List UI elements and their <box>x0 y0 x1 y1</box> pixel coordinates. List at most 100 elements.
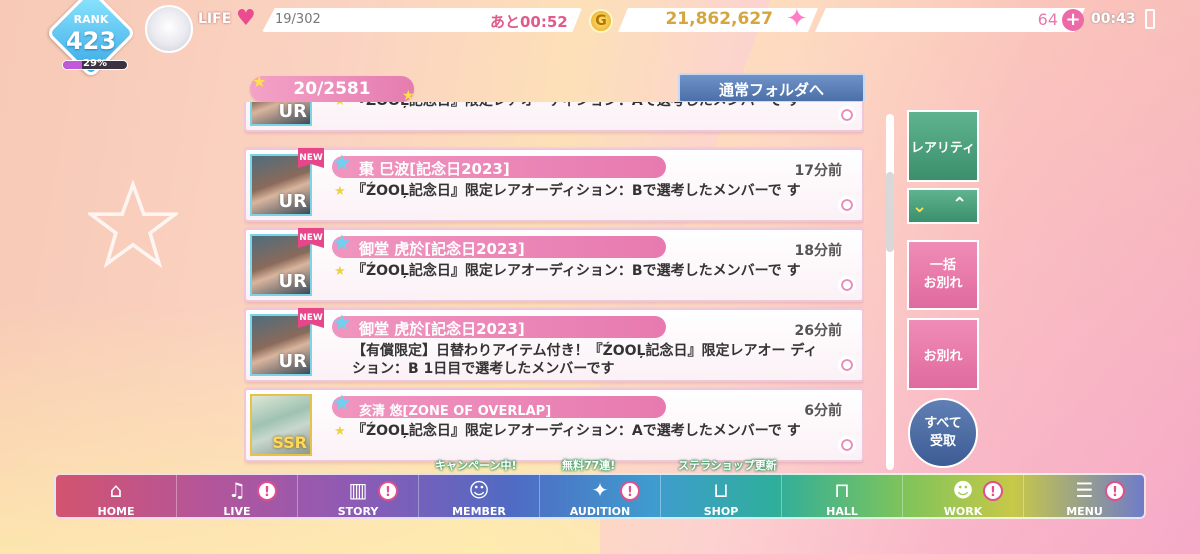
gold-amount: 21,862,627 <box>665 9 773 29</box>
present-count: 20/2581 <box>250 76 414 102</box>
list-item[interactable]: UR NEW ★ 棗 巳波[記念日2023] 17分前 ★ 『ŹOOĻ記念日』限… <box>244 148 864 222</box>
bulk-release-button[interactable]: 一括 お別れ <box>907 240 979 310</box>
shop-update-banner: ステラショップ更新 <box>678 459 777 472</box>
item-description: 『ŹOOĻ記念日』限定レアオーディション：Aで選考したメンバーで す <box>352 102 822 110</box>
alert-badge-icon: ! <box>257 481 277 501</box>
present-list[interactable]: UR ★ 『ŹOOĻ記念日』限定レアオーディション：Aで選考したメンバーで す … <box>244 102 864 470</box>
nav-label: MEMBER <box>452 505 506 518</box>
chevron-down-icon: ⌄ <box>912 196 928 217</box>
nav-label: STORY <box>337 505 379 518</box>
gem-amount: 64 <box>1037 10 1058 29</box>
star-icon: ★ <box>334 424 346 439</box>
alert-badge-icon: ! <box>1105 481 1125 501</box>
star-icon: ★ <box>332 231 352 256</box>
nav-home[interactable]: ⌂ HOME <box>56 475 177 518</box>
heart-icon: ♥ <box>236 6 256 31</box>
list-item[interactable]: SSR ★ 亥清 悠[ZONE OF OVERLAP] 6分前 ★ 『ŹOOĻ記… <box>244 388 864 462</box>
scroll-thumb[interactable] <box>886 172 894 252</box>
normal-folder-button[interactable]: 通常フォルダへ <box>678 73 865 103</box>
member-icon: ☺ <box>468 478 490 502</box>
card-thumbnail: UR <box>250 102 312 126</box>
release-button[interactable]: お別れ <box>907 318 979 390</box>
receive-mark-icon <box>838 196 856 214</box>
list-item[interactable]: UR ★ 『ŹOOĻ記念日』限定レアオーディション：Aで選考したメンバーで す <box>244 102 864 132</box>
chevron-up-icon: ⌃ <box>952 194 968 215</box>
rarity-label: SSR <box>272 433 307 452</box>
hall-icon: ⊓ <box>834 478 850 502</box>
battery-icon <box>1145 9 1155 29</box>
nav-live[interactable]: ♫ LIVE! <box>177 475 298 518</box>
item-name: 亥清 悠[ZONE OF OVERLAP] <box>359 404 552 419</box>
nav-label: HALL <box>826 505 858 518</box>
member-campaign-banner: キャンペーン中! <box>435 459 517 472</box>
star-icon: ★ <box>332 391 352 416</box>
item-description: 『ŹOOĻ記念日』限定レアオーディション：Aで選考したメンバーで す <box>352 423 801 439</box>
home-icon: ⌂ <box>109 478 123 502</box>
rarity-label: UR <box>278 351 307 372</box>
star-icon: ★ <box>252 72 267 91</box>
item-time: 17分前 <box>794 163 842 179</box>
nav-label: AUDITION <box>569 505 631 518</box>
bottom-nav: ⌂ HOME ♫ LIVE! ▥ STORY! ☺ MEMBER ✦ AUDITION! ⊔ SHOP… <box>54 473 1146 519</box>
item-description: 『ŹOOĻ記念日』限定レアオーディション：Bで選考したメンバーで す <box>352 183 801 199</box>
item-time: 6分前 <box>804 403 842 419</box>
nav-menu[interactable]: ☰ MENU! <box>1024 475 1144 518</box>
item-description: 【有償限定】日替わりアイテム付き！『ŹOOĻ記念日』限定レアオー ディション：B… <box>352 343 818 377</box>
star-outline-decoration <box>88 180 178 269</box>
cart-icon: ⊔ <box>713 478 729 502</box>
rarity-label: UR <box>278 102 307 122</box>
sparkle-gem-icon: ✦ <box>786 4 808 34</box>
alert-badge-icon: ! <box>620 481 640 501</box>
receive-mark-icon <box>838 356 856 374</box>
life-label: LIFE <box>198 11 232 27</box>
life-timer: あと00:52 <box>490 13 568 31</box>
menu-icon: ☰ <box>1075 478 1094 502</box>
nav-hall[interactable]: ⊓ HALL <box>782 475 903 518</box>
avatar[interactable] <box>145 5 193 53</box>
receive-mark-icon <box>838 436 856 454</box>
alert-badge-icon: ! <box>983 481 1003 501</box>
star-icon: ★ <box>334 184 346 199</box>
item-name: 御堂 虎於[記念日2023] <box>359 320 525 338</box>
work-icon: ☻ <box>952 478 974 502</box>
nav-audition[interactable]: ✦ AUDITION! <box>540 475 661 518</box>
card-thumbnail: SSR <box>250 394 312 456</box>
nav-label: SHOP <box>703 505 739 518</box>
nav-label: HOME <box>97 505 135 518</box>
add-gem-button[interactable]: + <box>1062 9 1084 31</box>
audition-icon: ✦ <box>591 478 609 502</box>
book-icon: ▥ <box>348 478 368 502</box>
receive-all-button[interactable]: すべて 受取 <box>908 398 978 468</box>
nav-story[interactable]: ▥ STORY! <box>298 475 419 518</box>
rarity-filter-button[interactable]: レアリティ <box>907 110 979 182</box>
item-name: 棗 巳波[記念日2023] <box>359 160 510 178</box>
receive-mark-icon <box>838 106 856 124</box>
nav-label: MENU <box>1066 505 1103 518</box>
star-icon: ★ <box>334 102 346 109</box>
list-item[interactable]: UR NEW ★ 御堂 虎於[記念日2023] 18分前 ★ 『ŹOOĻ記念日』… <box>244 228 864 302</box>
star-icon: ★ <box>332 151 352 176</box>
music-note-icon: ♫ <box>228 478 246 502</box>
item-description: 『ŹOOĻ記念日』限定レアオーディション：Bで選考したメンバーで す <box>352 263 801 279</box>
star-icon: ★ <box>334 264 346 279</box>
audition-free-banner: 無料77連! <box>562 459 616 472</box>
nav-work[interactable]: ☻ WORK! <box>903 475 1024 518</box>
nav-label: WORK <box>943 505 983 518</box>
nav-member[interactable]: ☺ MEMBER <box>419 475 540 518</box>
nav-shop[interactable]: ⊔ SHOP <box>661 475 782 518</box>
life-count: 19/302 <box>275 12 321 27</box>
list-item[interactable]: UR NEW ★ 御堂 虎於[記念日2023] 26分前 【有償限定】日替わりア… <box>244 308 864 382</box>
receive-mark-icon <box>838 276 856 294</box>
rank-value: 423 <box>65 27 117 55</box>
clock: 00:43 <box>1091 11 1136 27</box>
exp-percent: 29% <box>83 58 107 69</box>
rank-label: RANK <box>73 13 109 26</box>
list-scrollbar[interactable] <box>886 114 894 470</box>
item-time: 26分前 <box>794 323 842 339</box>
rarity-label: UR <box>278 271 307 292</box>
item-name: 御堂 虎於[記念日2023] <box>359 240 525 258</box>
rarity-label: UR <box>278 191 307 212</box>
alert-badge-icon: ! <box>378 481 398 501</box>
item-time: 18分前 <box>794 243 842 259</box>
nav-label: LIVE <box>223 505 251 518</box>
